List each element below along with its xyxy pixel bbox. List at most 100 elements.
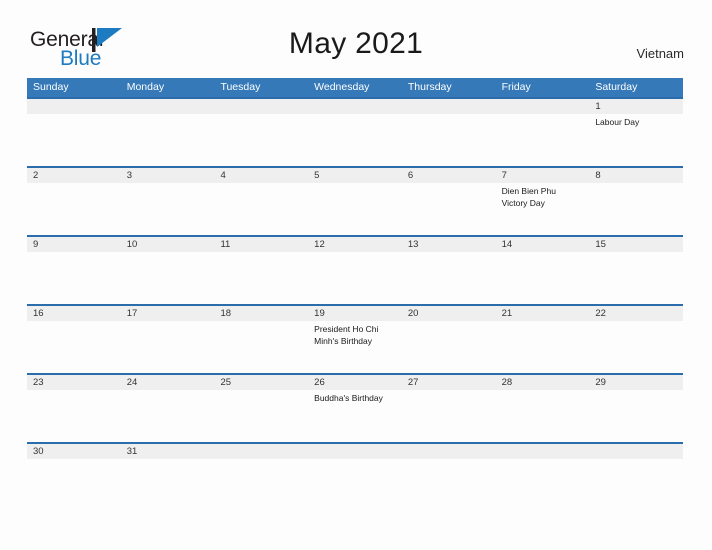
page-header: General Blue May 2021 Vietnam xyxy=(0,0,712,74)
day-number: 5 xyxy=(314,170,320,181)
day-cell[interactable] xyxy=(496,99,590,166)
day-event xyxy=(408,321,496,324)
day-number xyxy=(502,444,590,459)
day-event xyxy=(127,114,215,117)
day-number: 24 xyxy=(126,377,138,388)
day-cell[interactable]: 21 xyxy=(496,306,590,373)
day-event xyxy=(220,459,308,462)
weekday-header-tuesday: Tuesday xyxy=(220,81,261,93)
day-event xyxy=(220,114,308,117)
day-cell[interactable]: 2 xyxy=(27,168,121,235)
day-cell[interactable]: 31 xyxy=(121,444,215,474)
day-cell[interactable]: 12 xyxy=(308,237,402,304)
day-number: 2 xyxy=(33,170,39,181)
day-number: 12 xyxy=(314,239,325,250)
day-cell[interactable]: 13 xyxy=(402,237,496,304)
day-event xyxy=(408,390,496,393)
day-number: 20 xyxy=(407,308,419,319)
day-number: 26 xyxy=(314,377,325,388)
day-cell[interactable] xyxy=(214,444,308,474)
weekday-header-sunday: Sunday xyxy=(33,81,69,93)
day-cell[interactable]: 22 xyxy=(589,306,683,373)
day-number xyxy=(408,444,496,459)
day-cell[interactable]: 30 xyxy=(27,444,121,474)
day-cell[interactable] xyxy=(121,99,215,166)
day-cell[interactable]: 26 Buddha's Birthday xyxy=(308,375,402,442)
day-number xyxy=(595,444,683,459)
page-title: May 2021 xyxy=(288,27,424,60)
day-event xyxy=(33,252,121,255)
day-cell[interactable]: 28 xyxy=(496,375,590,442)
day-cell[interactable]: 5 xyxy=(308,168,402,235)
day-number: 27 xyxy=(407,377,419,388)
day-number: 17 xyxy=(126,308,138,319)
day-number xyxy=(314,99,402,114)
day-event xyxy=(220,390,308,393)
day-cell[interactable]: 27 xyxy=(402,375,496,442)
day-number: 1 xyxy=(595,101,601,112)
day-cell[interactable]: 17 xyxy=(121,306,215,373)
day-cell[interactable]: 4 xyxy=(214,168,308,235)
day-number: 31 xyxy=(126,446,138,457)
day-event xyxy=(314,183,402,186)
day-event xyxy=(127,459,215,462)
day-number xyxy=(33,99,121,114)
day-cell[interactable] xyxy=(496,444,590,474)
day-cell[interactable]: 9 xyxy=(27,237,121,304)
day-cell[interactable]: 20 xyxy=(402,306,496,373)
day-cell[interactable]: 15 xyxy=(589,237,683,304)
day-cell[interactable] xyxy=(308,444,402,474)
day-cell[interactable]: 29 xyxy=(589,375,683,442)
day-event xyxy=(33,183,121,186)
day-cell[interactable] xyxy=(402,444,496,474)
day-number: 21 xyxy=(501,308,513,319)
day-cell[interactable]: 23 xyxy=(27,375,121,442)
day-cell[interactable] xyxy=(589,444,683,474)
day-cell[interactable] xyxy=(402,99,496,166)
day-event xyxy=(33,114,121,117)
day-cell[interactable] xyxy=(308,99,402,166)
day-number: 11 xyxy=(220,239,231,250)
day-event xyxy=(127,321,215,324)
day-number: 28 xyxy=(501,377,513,388)
day-number xyxy=(408,99,496,114)
day-cell[interactable]: 19 President Ho Chi Minh's Birthday xyxy=(308,306,402,373)
day-number: 19 xyxy=(314,308,325,319)
day-event xyxy=(33,390,121,393)
day-event xyxy=(595,321,683,324)
day-event xyxy=(127,183,215,186)
day-event xyxy=(33,459,121,462)
day-cell[interactable]: 7 Dien Bien Phu Victory Day xyxy=(496,168,590,235)
weekday-header-row: Sunday Monday Tuesday Wednesday Thursday… xyxy=(27,78,683,97)
calendar-grid: Sunday Monday Tuesday Wednesday Thursday… xyxy=(27,78,683,474)
day-event: President Ho Chi Minh's Birthday xyxy=(314,324,379,346)
day-cell[interactable]: 16 xyxy=(27,306,121,373)
weekday-header-friday: Friday xyxy=(501,81,531,93)
day-cell[interactable]: 24 xyxy=(121,375,215,442)
day-cell[interactable]: 10 xyxy=(121,237,215,304)
day-cell[interactable]: 1 Labour Day xyxy=(589,99,683,166)
day-cell[interactable]: 6 xyxy=(402,168,496,235)
day-event xyxy=(314,114,402,117)
day-cell[interactable]: 3 xyxy=(121,168,215,235)
day-cell[interactable]: 8 xyxy=(589,168,683,235)
day-number xyxy=(220,444,308,459)
day-cell[interactable] xyxy=(214,99,308,166)
day-cell[interactable]: 11 xyxy=(214,237,308,304)
calendar-week-row: 30 31 xyxy=(27,442,683,474)
day-event xyxy=(220,321,308,324)
weekday-header-wednesday: Wednesday xyxy=(314,81,370,93)
calendar-week-row: 16 17 18 19 President Ho Chi Minh's Birt… xyxy=(27,304,683,373)
day-cell[interactable]: 18 xyxy=(214,306,308,373)
day-number: 30 xyxy=(33,446,44,457)
day-number: 8 xyxy=(595,170,601,181)
day-number: 10 xyxy=(126,239,138,250)
day-number xyxy=(502,99,590,114)
day-cell[interactable]: 14 xyxy=(496,237,590,304)
day-number: 25 xyxy=(220,377,232,388)
day-event xyxy=(220,183,308,186)
day-cell[interactable]: 25 xyxy=(214,375,308,442)
day-cell[interactable] xyxy=(27,99,121,166)
day-event xyxy=(314,459,402,462)
day-number: 16 xyxy=(33,308,44,319)
